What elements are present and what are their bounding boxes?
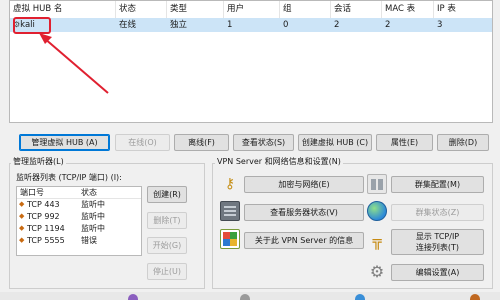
hub-mac-cell: 2 (385, 20, 391, 30)
column-hub-name[interactable]: 虚拟 HUB 名 (10, 1, 116, 18)
pipe-icon: ╦ (372, 232, 382, 250)
vpn-server-group-title: VPN Server 和网络信息和设置(N) (215, 157, 343, 167)
list-item[interactable]: ◆ TCP 443 监听中 (17, 199, 141, 210)
partial-icon (240, 294, 250, 300)
partial-icon (128, 294, 138, 300)
hub-groups-cell: 0 (283, 20, 289, 30)
listener-group-title: 管理监听器(L) (11, 157, 66, 167)
listener-list-header: 端口号 状态 (17, 187, 141, 199)
cluster-config-button[interactable]: 群集配置(M) (391, 176, 484, 193)
hub-table-header: 虚拟 HUB 名 状态 类型 用户 组 会话 MAC 表 IP 表 (10, 1, 492, 19)
online-button[interactable]: 在线(O) (115, 134, 170, 151)
hub-users-cell: 1 (227, 20, 233, 30)
list-item[interactable]: ◆ TCP 992 监听中 (17, 211, 141, 222)
list-item[interactable]: ◆ TCP 5555 错误 (17, 235, 141, 246)
listener-port: TCP 443 (27, 200, 60, 209)
stop-listener-button[interactable]: 停止(U) (147, 263, 187, 280)
hub-status-cell: 在线 (119, 20, 137, 30)
port-icon: ◆ (19, 236, 25, 244)
column-port[interactable]: 端口号 (20, 187, 44, 198)
listener-port: TCP 1194 (27, 224, 65, 233)
listener-list-label: 监听器列表 (TCP/IP 端口) (I): (16, 173, 122, 182)
table-row[interactable]: ⚙kali 在线 独立 1 0 2 2 3 (10, 18, 492, 32)
hub-table[interactable]: 虚拟 HUB 名 状态 类型 用户 组 会话 MAC 表 IP 表 ⚙kali … (9, 0, 493, 123)
offline-button[interactable]: 离线(F) (174, 134, 229, 151)
listener-list[interactable]: 端口号 状态 ◆ TCP 443 监听中 ◆ TCP 992 监听中 ◆ TCP… (16, 186, 142, 256)
listener-status: 错误 (81, 236, 97, 245)
column-ip-table[interactable]: IP 表 (434, 1, 492, 18)
partial-icon (470, 294, 480, 300)
hub-ip-cell: 3 (437, 20, 443, 30)
hub-sessions-cell: 2 (334, 20, 340, 30)
column-type[interactable]: 类型 (167, 1, 224, 18)
view-server-status-button[interactable]: 查看服务器状态(V) (244, 204, 364, 221)
edit-config-button[interactable]: 编辑设置(A) (391, 264, 484, 281)
column-groups[interactable]: 组 (280, 1, 331, 18)
view-status-button[interactable]: 查看状态(S) (233, 134, 294, 151)
tcpip-connections-button[interactable]: 显示 TCP/IP 连接列表(T) (391, 229, 484, 255)
port-icon: ◆ (19, 224, 25, 232)
delete-listener-button[interactable]: 删除(T) (147, 212, 187, 229)
about-server-button[interactable]: 关于此 VPN Server 的信息 (244, 232, 364, 249)
bottom-toolbar-partial (0, 292, 500, 300)
delete-button[interactable]: 删除(D) (437, 134, 489, 151)
create-hub-button[interactable]: 创建虚拟 HUB (C) (298, 134, 372, 151)
column-mac-table[interactable]: MAC 表 (382, 1, 434, 18)
manage-hub-button[interactable]: 管理虚拟 HUB (A) (19, 134, 110, 151)
partial-icon (355, 294, 365, 300)
start-listener-button[interactable]: 开始(G) (147, 237, 187, 254)
listener-port: TCP 5555 (27, 236, 65, 245)
hub-name-cell: ⚙kali (13, 20, 35, 30)
list-item[interactable]: ◆ TCP 1194 监听中 (17, 223, 141, 234)
port-icon: ◆ (19, 212, 25, 220)
gear-icon: ⚙ (369, 262, 385, 281)
listener-status: 监听中 (81, 200, 105, 209)
create-listener-button[interactable]: 创建(R) (147, 186, 187, 203)
listener-port: TCP 992 (27, 212, 60, 221)
column-status[interactable]: 状态 (116, 1, 167, 18)
port-icon: ◆ (19, 200, 25, 208)
column-sessions[interactable]: 会话 (331, 1, 382, 18)
listener-status: 监听中 (81, 212, 105, 221)
cluster-status-button[interactable]: 群集状态(Z) (391, 204, 484, 221)
hub-type-cell: 独立 (170, 20, 188, 30)
column-listener-status[interactable]: 状态 (81, 187, 97, 198)
key-icon: ⚷ (224, 176, 236, 192)
info-icon (220, 229, 240, 249)
cluster-icon (367, 174, 387, 194)
globe-icon (367, 201, 387, 221)
properties-button[interactable]: 属性(E) (376, 134, 433, 151)
encryption-network-button[interactable]: 加密与网络(E) (244, 176, 364, 193)
server-icon (220, 201, 240, 221)
column-users[interactable]: 用户 (224, 1, 280, 18)
listener-status: 监听中 (81, 224, 105, 233)
